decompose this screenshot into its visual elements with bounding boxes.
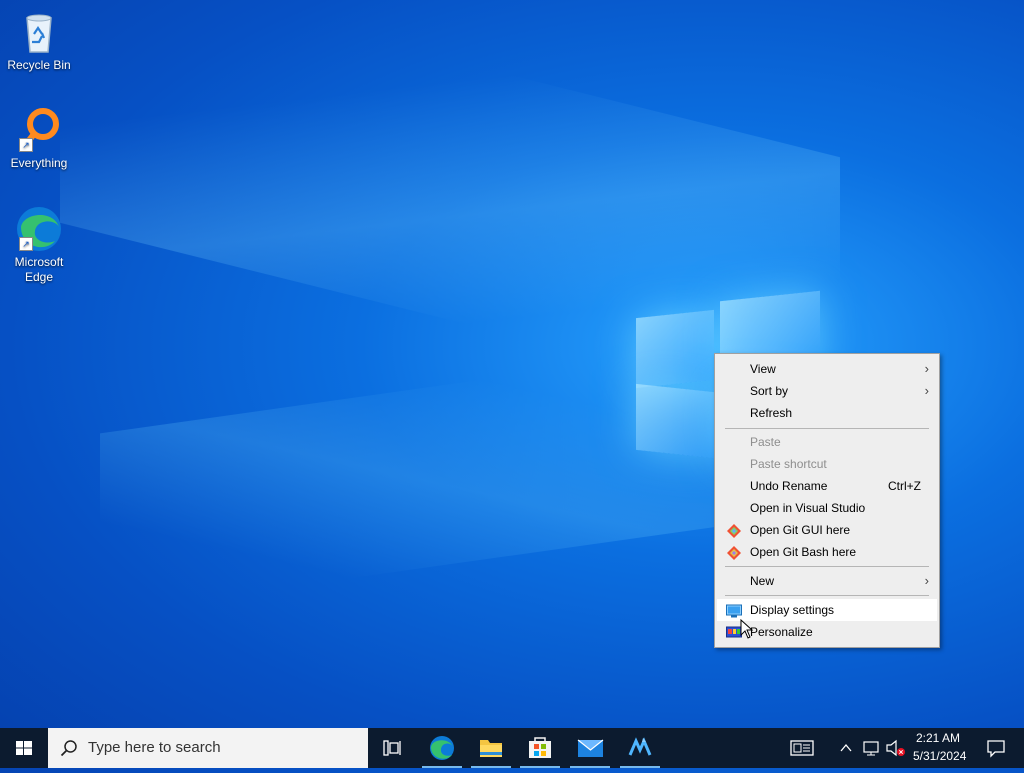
everything-search-icon: ↗ (15, 106, 63, 154)
menu-item-refresh[interactable]: Refresh (717, 402, 937, 424)
chevron-up-icon (840, 743, 852, 752)
shortcut-arrow-icon: ↗ (19, 237, 33, 251)
menu-item-open-git-bash[interactable]: Open Git Bash here (717, 541, 937, 563)
taskbar-edge-button[interactable] (418, 728, 466, 768)
desktop-icon-microsoft-edge[interactable]: ↗ Microsoft Edge (4, 205, 74, 285)
volume-button[interactable] (884, 728, 908, 768)
volume-muted-icon (886, 739, 905, 757)
shortcut-key: Ctrl+Z (888, 479, 921, 493)
search-placeholder: Type here to search (88, 739, 221, 756)
desktop-icon-label: Recycle Bin (7, 58, 71, 72)
task-view-icon (383, 740, 401, 756)
menu-item-new[interactable]: New › (717, 570, 937, 592)
mouse-pointer-icon (740, 618, 754, 644)
chevron-right-icon: › (924, 361, 929, 376)
menu-item-paste[interactable]: Paste (717, 431, 937, 453)
shortcut-arrow-icon: ↗ (19, 138, 33, 152)
menu-item-open-git-gui[interactable]: Open Git GUI here (717, 519, 937, 541)
taskbar-search-box[interactable]: Type here to search (48, 728, 368, 768)
chevron-right-icon: › (924, 383, 929, 398)
taskbar-store-button[interactable] (516, 728, 564, 768)
search-icon (60, 740, 77, 757)
desktop-icon-everything[interactable]: ↗ Everything (4, 106, 74, 171)
menu-separator (725, 566, 929, 567)
task-view-button[interactable] (368, 728, 416, 768)
network-icon (863, 741, 879, 756)
taskbar-mail-button[interactable] (566, 728, 614, 768)
desktop-icon-label: Everything (10, 156, 68, 170)
clock-time: 2:21 AM (916, 731, 961, 745)
git-bash-icon (726, 545, 742, 560)
clock-date: 5/31/2024 (913, 749, 967, 763)
notification-icon (987, 740, 1005, 758)
git-gui-icon (726, 523, 742, 538)
desktop-icon-recycle-bin[interactable]: Recycle Bin (4, 8, 74, 73)
menu-item-display-settings[interactable]: Display settings (717, 599, 937, 621)
news-and-interests-button[interactable] (782, 728, 822, 768)
file-explorer-icon (480, 740, 502, 757)
menu-item-open-in-visual-studio[interactable]: Open in Visual Studio (717, 497, 937, 519)
news-icon (790, 740, 814, 756)
menu-item-paste-shortcut[interactable]: Paste shortcut (717, 453, 937, 475)
clock-button[interactable]: 2:21 AM 5/31/2024 (906, 728, 972, 768)
taskbar: Type here to search 2:21 AM 5/31/2024 (0, 728, 1024, 768)
menu-item-sort-by[interactable]: Sort by › (717, 380, 937, 402)
chevron-right-icon: › (924, 573, 929, 588)
windows-logo-icon (16, 741, 32, 755)
visual-studio-installer-icon (628, 737, 652, 756)
mail-icon (577, 739, 604, 757)
store-icon (529, 737, 551, 758)
desktop-icon-label: Microsoft Edge (14, 255, 64, 284)
edge-icon (430, 736, 454, 760)
action-center-button[interactable] (976, 728, 1016, 768)
edge-icon: ↗ (15, 205, 63, 253)
menu-item-view[interactable]: View › (717, 358, 937, 380)
taskbar-file-explorer-button[interactable] (467, 728, 515, 768)
display-icon (726, 603, 742, 618)
start-button[interactable] (0, 728, 48, 768)
taskbar-visual-studio-installer-button[interactable] (616, 728, 664, 768)
recycle-bin-icon (15, 8, 63, 56)
desktop-context-menu: View › Sort by › Refresh Paste Paste sho… (714, 353, 940, 648)
menu-item-undo-rename[interactable]: Undo Rename Ctrl+Z (717, 475, 937, 497)
network-button[interactable] (860, 728, 882, 768)
menu-separator (725, 428, 929, 429)
show-hidden-icons-button[interactable] (836, 728, 856, 768)
menu-separator (725, 595, 929, 596)
